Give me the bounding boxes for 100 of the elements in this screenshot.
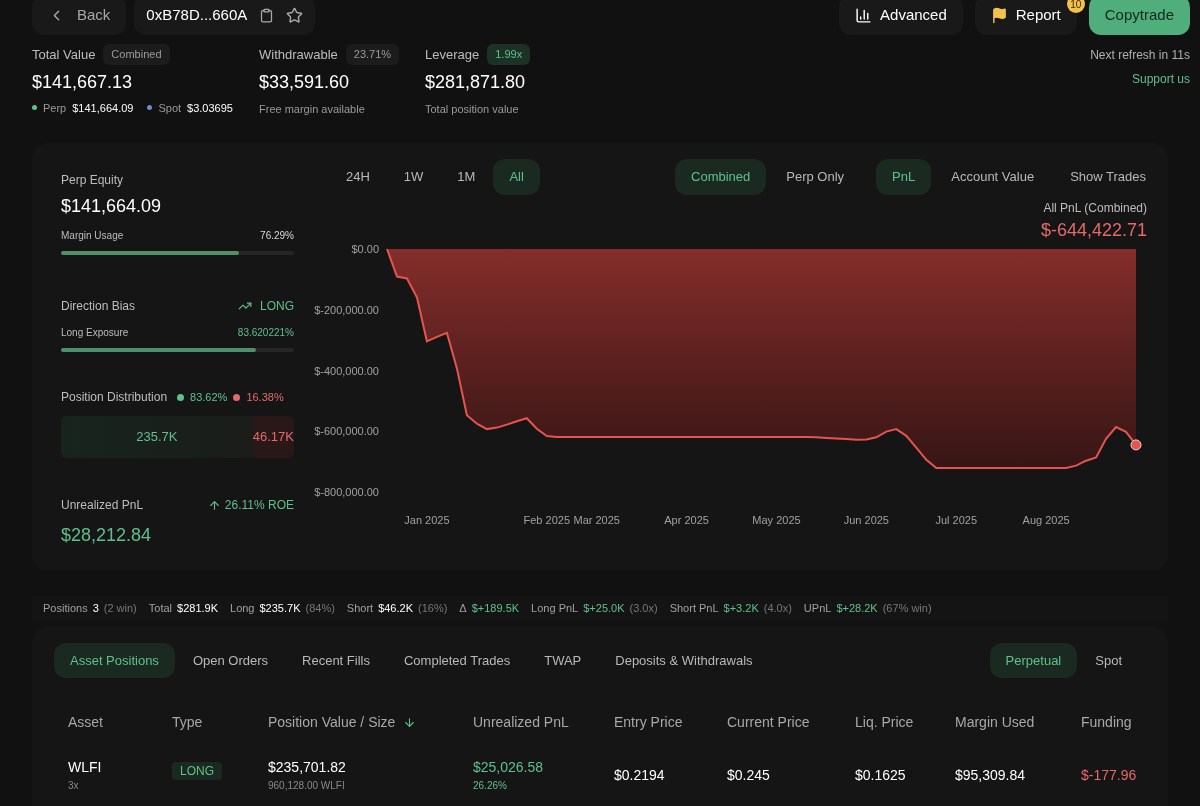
range-tab[interactable]: All — [493, 159, 540, 195]
flag-icon — [990, 6, 1008, 24]
table-cell-text: $95,309.84 — [955, 766, 1027, 785]
asset-name: WLFI — [68, 758, 103, 777]
summary-value: $+189.5K — [471, 601, 520, 616]
axis-label: Mar 2025 — [573, 513, 620, 526]
summary-label: Long PnL — [531, 601, 579, 616]
table-cell-text: $0.2194 — [614, 766, 666, 785]
summary-note: (84%) — [305, 601, 335, 616]
summary-value: 3 — [92, 601, 99, 616]
support-link[interactable]: Support us — [1131, 70, 1190, 88]
summary-value: $+28.2K — [836, 601, 878, 616]
chart-title: All PnL (Combined) — [1043, 199, 1147, 217]
distribution-label: Position Distribution — [61, 389, 168, 406]
legend-label: Spot — [158, 100, 182, 116]
column-header: Type — [172, 713, 204, 732]
star-icon[interactable] — [286, 6, 304, 24]
table-cell-text: $0.1625 — [855, 766, 907, 785]
long-amount: 235.7K — [136, 428, 178, 447]
scope-tab[interactable]: Combined — [675, 159, 767, 195]
column-header: Entry Price — [614, 713, 684, 732]
summary-note: (67% win) — [882, 601, 932, 616]
axis-label: May 2025 — [752, 513, 801, 526]
axis-label: $-400,000.00 — [314, 364, 379, 376]
axis-label: Jul 2025 — [935, 513, 978, 526]
position-value: $235,701.82 — [268, 758, 347, 777]
axis-label: Apr 2025 — [664, 513, 709, 526]
axis-label: $-600,000.00 — [314, 424, 379, 437]
positions-tab[interactable]: TWAP — [528, 642, 598, 678]
summary-value: $46.2K — [378, 601, 413, 616]
column-header: Current Price — [727, 713, 811, 732]
summary-label: Positions — [43, 601, 88, 616]
chart-total: $-644,422.71 — [1040, 218, 1147, 242]
stat-value: $33,591.60 — [259, 70, 351, 94]
summary-value: $+3.2K — [723, 601, 759, 616]
axis-label: Feb 2025 — [523, 513, 571, 526]
summary-label: Total — [148, 601, 173, 616]
equity-label: Perp Equity — [61, 172, 125, 189]
copy-icon[interactable] — [259, 7, 275, 23]
pnl-value: $25,026.58 — [473, 758, 545, 777]
long-share: 83.62% — [190, 389, 228, 405]
market-tab[interactable]: Perpetual — [989, 642, 1078, 678]
market-tab[interactable]: Spot — [1079, 642, 1138, 678]
range-tab[interactable]: 1M — [441, 159, 492, 195]
summary-note: (16%) — [418, 601, 448, 616]
stat-tag: 1.99x — [487, 44, 531, 65]
summary-label: Short PnL — [669, 601, 719, 616]
bar-chart-icon — [855, 6, 873, 24]
positions-tab[interactable]: Recent Fills — [286, 642, 386, 678]
legend-label: Perp — [43, 100, 67, 116]
axis-label: $0.00 — [351, 242, 379, 255]
copytrade-button[interactable]: Copytrade — [1088, 0, 1190, 35]
legend-value: $141,664.09 — [72, 100, 134, 116]
unrealized-value: $28,212.84 — [61, 524, 153, 547]
position-type-tag: LONG — [172, 762, 222, 780]
summary-label: Δ — [459, 601, 467, 616]
range-tab[interactable]: 24H — [330, 159, 386, 195]
wallet-address: 0xB78D...660A — [146, 4, 248, 25]
summary-label: Short — [346, 601, 374, 616]
bar-value: 76.29% — [260, 229, 294, 243]
summary-value: $281.9K — [177, 601, 218, 616]
show-trades-button[interactable]: Show Trades — [1054, 159, 1162, 195]
summary-label: Long — [230, 601, 255, 616]
bar-label: Margin Usage — [61, 229, 124, 243]
equity-value: $141,664.09 — [61, 195, 163, 218]
axis-label: Jan 2025 — [404, 513, 450, 526]
summary-note: (4.0x) — [763, 601, 792, 616]
scope-tab[interactable]: Perp Only — [770, 159, 861, 195]
bar-label: Long Exposure — [61, 326, 129, 340]
stat-note: Total position value — [425, 101, 520, 117]
toolbar-button[interactable]: Advanced — [839, 0, 963, 35]
metric-tab[interactable]: Account Value — [935, 159, 1051, 195]
position-size: 960,128.00 WLFI — [268, 779, 346, 793]
summary-note: (2 win) — [103, 601, 137, 616]
metric-tab[interactable]: PnL — [876, 159, 932, 195]
column-header[interactable]: Position Value / Size — [268, 712, 473, 733]
stat-tag: 23.71% — [345, 44, 400, 65]
axis-label: $-800,000.00 — [314, 485, 379, 498]
column-header: Asset — [68, 713, 104, 732]
axis-label: $-200,000.00 — [314, 303, 379, 316]
positions-tab[interactable]: Completed Trades — [387, 642, 527, 678]
asset-leverage: 3x — [68, 779, 80, 793]
arrow-up-icon — [207, 498, 221, 512]
bar-value: 83.620221% — [237, 326, 294, 340]
column-header: Liq. Price — [855, 713, 915, 732]
positions-tab[interactable]: Deposits & Withdrawals — [599, 642, 769, 678]
positions-tab[interactable]: Open Orders — [176, 642, 285, 678]
stat-label: Leverage — [425, 45, 480, 64]
axis-label: Aug 2025 — [1022, 513, 1070, 526]
unrealized-label: Unrealized PnL — [61, 497, 144, 514]
table-cell-text: $0.245 — [727, 766, 771, 785]
range-tab[interactable]: 1W — [387, 159, 440, 195]
axis-label: Jun 2025 — [843, 513, 889, 526]
table-cell-text: $-177.96 — [1081, 766, 1138, 785]
column-header: Unrealized PnL — [473, 713, 570, 732]
bias-label: Direction Bias — [61, 298, 136, 315]
column-header: Funding — [1081, 713, 1133, 732]
back-button[interactable]: Back — [32, 0, 127, 35]
positions-tab[interactable]: Asset Positions — [54, 642, 175, 678]
stat-label: Total Value — [32, 45, 96, 64]
